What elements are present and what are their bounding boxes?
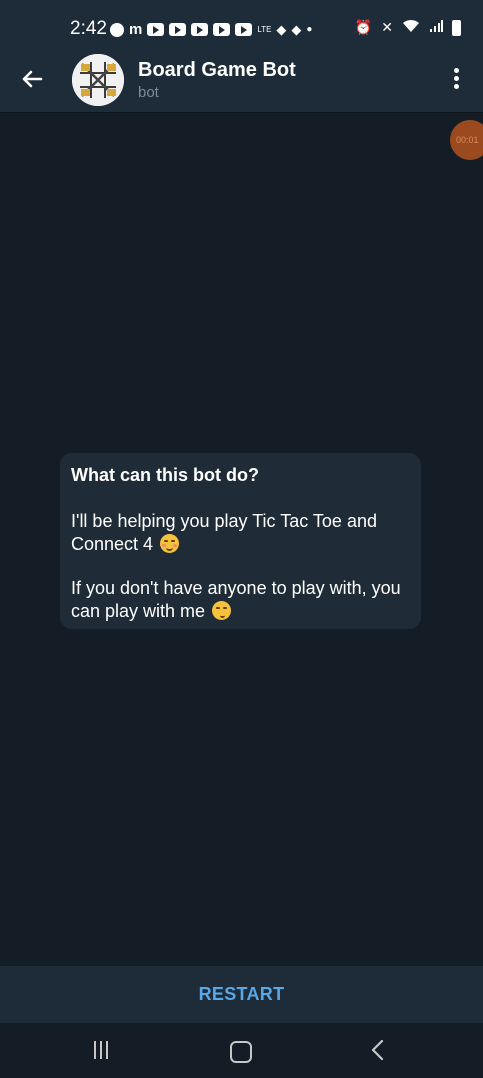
youtube-icon — [147, 23, 165, 36]
notification-icons: m LTE ◆ ◆ ● — [110, 21, 312, 38]
home-button[interactable] — [230, 1041, 252, 1063]
back-chevron-icon — [371, 1039, 384, 1061]
m-icon: m — [129, 21, 143, 38]
chat-header: Board Game Bot bot — [0, 46, 483, 113]
youtube-icon — [213, 23, 231, 36]
signal-icon — [429, 19, 443, 36]
status-time: 2:42 — [70, 18, 107, 39]
recents-icon — [94, 1041, 112, 1063]
youtube-icon — [235, 23, 253, 36]
bot-info-line2: If you don't have anyone to play with, y… — [71, 578, 401, 621]
diamond-icon: ◆ — [291, 21, 302, 37]
bot-info-paragraph: If you don't have anyone to play with, y… — [71, 577, 410, 623]
youtube-icon — [169, 23, 187, 36]
smiling-face-icon — [160, 534, 180, 553]
tic-tac-toe-board-icon — [72, 54, 124, 106]
bot-info-line1: I'll be helping you play Tic Tac Toe and… — [71, 511, 377, 554]
bot-info-paragraph: I'll be helping you play Tic Tac Toe and… — [71, 510, 410, 556]
chat-title[interactable]: Board Game Bot — [138, 59, 296, 82]
back-button[interactable] — [16, 63, 48, 95]
youtube-icon — [191, 23, 209, 36]
winking-face-icon — [212, 601, 232, 620]
restart-label: RESTART — [198, 984, 285, 1004]
messenger-icon — [110, 22, 124, 37]
arrow-left-icon — [22, 70, 43, 88]
wifi-icon — [402, 19, 420, 36]
status-bar: 2:42 m LTE ◆ ◆ ● ⏰ ✕ — [0, 0, 483, 46]
bot-info-card: What can this bot do? I'll be helping yo… — [60, 453, 421, 629]
diamond-icon: ◆ — [276, 21, 287, 37]
floating-timer-bubble[interactable]: 00:01 — [450, 120, 483, 160]
bot-avatar[interactable] — [72, 54, 124, 106]
chat-subtitle: bot — [138, 84, 159, 101]
restart-button[interactable]: RESTART — [0, 966, 483, 1023]
more-options-button[interactable] — [446, 66, 466, 94]
system-back-button[interactable] — [368, 1038, 388, 1062]
system-icons: ⏰ ✕ — [355, 19, 461, 36]
dot-icon: ● — [306, 24, 313, 35]
mute-icon: ✕ — [381, 19, 393, 35]
alarm-icon: ⏰ — [354, 19, 373, 35]
recents-button[interactable] — [94, 1041, 116, 1061]
bot-info-heading: What can this bot do? — [71, 465, 259, 485]
more-vertical-icon — [446, 68, 466, 89]
system-nav-bar — [0, 1023, 483, 1078]
battery-icon — [452, 19, 461, 36]
lte-icon: LTE — [257, 25, 272, 34]
